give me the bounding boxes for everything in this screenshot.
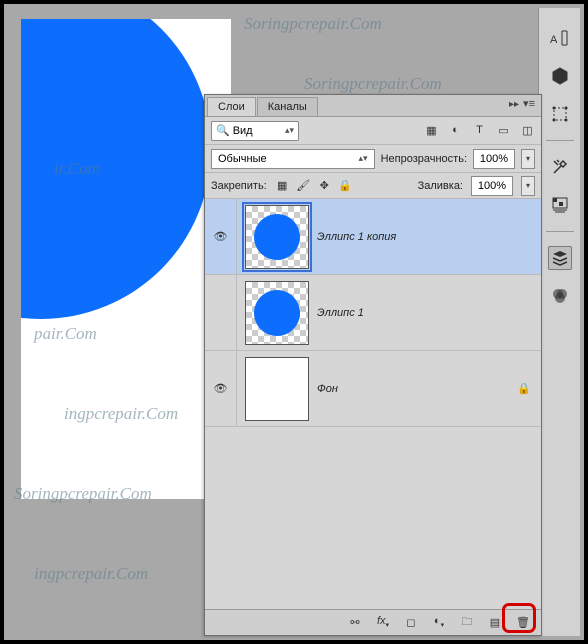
panel-collapse-icon[interactable]: ▸▸: [509, 99, 519, 110]
tab-layers[interactable]: Слои: [207, 97, 256, 116]
lock-icon: 🔒: [517, 382, 531, 395]
svg-text:A: A: [550, 34, 558, 46]
filter-shape-icon[interactable]: ▭: [496, 124, 511, 137]
add-mask-icon[interactable]: ◻: [403, 616, 419, 629]
visibility-toggle[interactable]: [205, 275, 237, 350]
channels-panel-icon[interactable]: [548, 284, 572, 308]
swatches-icon[interactable]: [548, 193, 572, 217]
layer-effects-icon[interactable]: fx▾: [375, 615, 391, 629]
chevron-updown-icon: ▴▾: [359, 153, 368, 164]
layer-row[interactable]: Эллипс 1: [205, 275, 541, 351]
layer-thumbnail[interactable]: [245, 281, 309, 345]
lock-all-icon[interactable]: 🔒: [338, 179, 353, 192]
layer-row[interactable]: 👁 Эллипс 1 копия: [205, 199, 541, 275]
layers-panel: Слои Каналы ▸▸ ▾≡ 🔍 Вид ▴▾ ▦ ◐ T ▭ ◫ Обы…: [204, 94, 542, 636]
blend-mode-select[interactable]: Обычные ▴▾: [211, 149, 375, 169]
layer-name[interactable]: Эллипс 1: [317, 307, 364, 319]
lock-transparency-icon[interactable]: ▦: [275, 179, 290, 192]
layer-thumbnail[interactable]: [245, 205, 309, 269]
lock-label: Закрепить:: [211, 180, 267, 192]
opacity-input[interactable]: 100%: [473, 149, 515, 169]
filter-smart-icon[interactable]: ◫: [520, 124, 535, 137]
layers-panel-icon[interactable]: [548, 246, 572, 270]
blend-mode-value: Обычные: [218, 153, 267, 165]
fill-input[interactable]: 100%: [471, 176, 513, 196]
chevron-updown-icon: ▴▾: [285, 125, 294, 136]
new-group-icon[interactable]: 🗀: [459, 613, 475, 632]
panel-menu-icon[interactable]: ▾≡: [523, 97, 535, 110]
canvas-ellipse: [21, 19, 211, 319]
visibility-toggle[interactable]: 👁: [205, 199, 237, 274]
fill-dropdown[interactable]: ▾: [521, 176, 535, 196]
filter-label: Вид: [233, 125, 253, 137]
panel-tab-bar: Слои Каналы ▸▸ ▾≡: [205, 95, 541, 117]
canvas[interactable]: [21, 19, 231, 499]
cube-3d-icon[interactable]: [548, 64, 572, 88]
delete-layer-icon[interactable]: 🗑: [515, 616, 531, 629]
layer-filter-bar: 🔍 Вид ▴▾ ▦ ◐ T ▭ ◫: [205, 117, 541, 145]
blend-opacity-bar: Обычные ▴▾ Непрозрачность: 100% ▾: [205, 145, 541, 173]
filter-pixel-icon[interactable]: ▦: [424, 124, 439, 137]
tab-channels[interactable]: Каналы: [257, 97, 318, 116]
layer-name[interactable]: Эллипс 1 копия: [317, 231, 396, 243]
layer-list: 👁 Эллипс 1 копия Эллипс 1 👁 Фон 🔒: [205, 199, 541, 609]
character-panel-icon[interactable]: A: [548, 26, 572, 50]
tools-icon[interactable]: [548, 155, 572, 179]
opacity-dropdown[interactable]: ▾: [521, 149, 535, 169]
app-frame: Soringpcrepair.Com Soringpcrepair.Com ir…: [4, 4, 584, 640]
lock-pixels-icon[interactable]: 🖌: [296, 179, 311, 192]
eye-icon: 👁: [214, 230, 228, 243]
link-layers-icon[interactable]: ⚯: [347, 616, 363, 629]
layer-name[interactable]: Фон: [317, 383, 338, 395]
layer-row[interactable]: 👁 Фон 🔒: [205, 351, 541, 427]
layer-filter-select[interactable]: 🔍 Вид ▴▾: [211, 121, 299, 141]
fill-label: Заливка:: [418, 180, 463, 192]
visibility-toggle[interactable]: 👁: [205, 351, 237, 426]
filter-type-icon[interactable]: T: [472, 124, 487, 137]
layers-panel-footer: ⚯ fx▾ ◻ ◐▾ 🗀 ▤ 🗑: [205, 609, 541, 635]
right-tool-rail: A: [538, 8, 580, 636]
adjustment-layer-icon[interactable]: ◐▾: [431, 615, 447, 629]
search-icon: 🔍: [216, 124, 230, 137]
layer-thumbnail[interactable]: [245, 357, 309, 421]
new-layer-icon[interactable]: ▤: [487, 616, 503, 629]
lock-fill-bar: Закрепить: ▦ 🖌 ✥ 🔒 Заливка: 100% ▾: [205, 173, 541, 199]
lock-position-icon[interactable]: ✥: [317, 179, 332, 192]
transform-icon[interactable]: [548, 102, 572, 126]
opacity-label: Непрозрачность:: [381, 153, 467, 165]
filter-adjust-icon[interactable]: ◐: [448, 124, 463, 137]
eye-icon: 👁: [214, 382, 228, 395]
